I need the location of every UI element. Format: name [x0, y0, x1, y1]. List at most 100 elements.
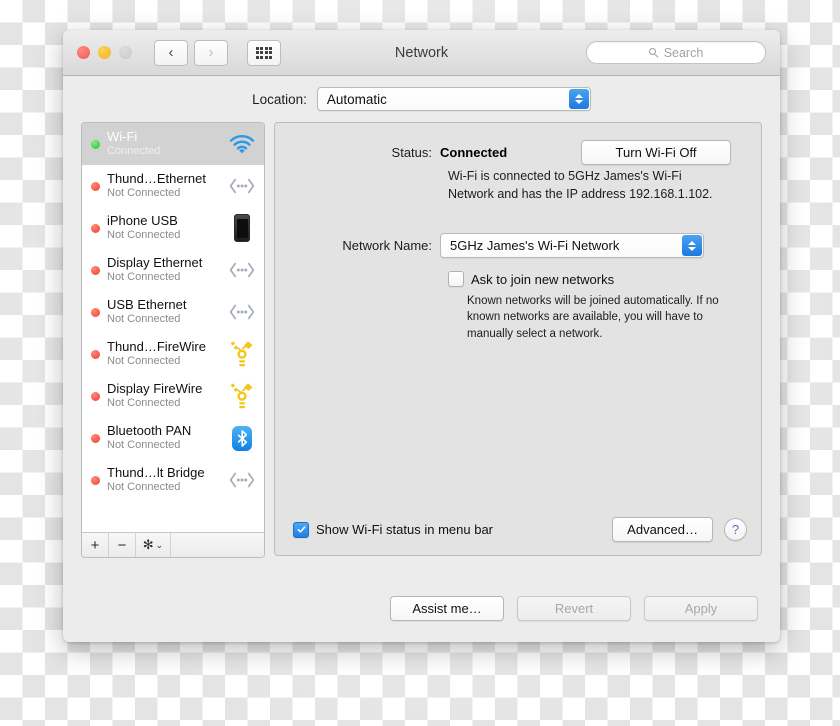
firewire-icon: [228, 340, 256, 368]
search-field[interactable]: Search: [586, 41, 766, 64]
service-text: Wi-Fi Connected: [107, 130, 228, 158]
service-name: USB Ethernet: [107, 298, 187, 313]
status-dot-not-connected: [91, 181, 100, 191]
service-actions-menu-button[interactable]: ✻ ⌄: [136, 533, 171, 557]
iphone-icon: [228, 214, 256, 242]
service-row[interactable]: USB Ethernet Not Connected: [82, 291, 264, 333]
ask-to-join-hint: Known networks will be joined automatica…: [467, 295, 719, 340]
status-dot-not-connected: [91, 223, 100, 233]
bluetooth-icon: [232, 425, 252, 451]
status-value: Connected: [440, 145, 508, 160]
traffic-lights: [77, 46, 132, 59]
service-state: Not Connected: [107, 397, 181, 410]
service-row[interactable]: Thund…Ethernet Not Connected: [82, 165, 264, 207]
remove-service-button[interactable]: −: [109, 533, 136, 557]
service-row[interactable]: Thund…FireWire Not Connected: [82, 333, 264, 375]
gear-icon: ✻: [142, 537, 154, 552]
show-wifi-status-checkbox[interactable]: [293, 521, 309, 538]
service-text: Thund…FireWire Not Connected: [107, 340, 228, 368]
wifi-detail-panel: Status: Connected Turn Wi-Fi Off Wi-Fi i…: [274, 122, 762, 556]
plus-icon: +: [90, 536, 100, 554]
panel-footer-actions: Advanced… ?: [612, 517, 747, 542]
service-text: Display Ethernet Not Connected: [107, 256, 228, 284]
service-name: iPhone USB: [107, 214, 178, 229]
location-row: Location: Automatic: [63, 76, 780, 122]
close-window-button[interactable]: [77, 46, 90, 59]
status-dot-connected: [91, 139, 100, 149]
service-text: Thund…lt Bridge Not Connected: [107, 466, 228, 494]
service-name: Display FireWire: [107, 382, 203, 397]
window-footer: Assist me… Revert Apply: [63, 584, 780, 642]
service-text: iPhone USB Not Connected: [107, 214, 228, 242]
service-row[interactable]: Display FireWire Not Connected: [82, 375, 264, 417]
status-label: Status:: [391, 145, 432, 160]
checkmark-icon: [296, 526, 306, 533]
service-text: Bluetooth PAN Not Connected: [107, 424, 228, 452]
service-row[interactable]: iPhone USB Not Connected: [82, 207, 264, 249]
show-wifi-status-label: Show Wi-Fi status in menu bar: [316, 522, 494, 537]
status-dot-not-connected: [91, 307, 100, 317]
ethernet-icon: [228, 262, 256, 278]
service-text: USB Ethernet Not Connected: [107, 298, 228, 326]
firewire-icon: [228, 382, 256, 410]
chevron-updown-icon: [568, 89, 589, 109]
chevron-down-icon: ⌄: [155, 539, 164, 550]
service-name: Bluetooth PAN: [107, 424, 192, 439]
service-name: Wi-Fi: [107, 130, 138, 145]
toolbar-nav-group: ‹ ›: [154, 39, 281, 66]
ask-to-join-checkbox[interactable]: [448, 271, 464, 287]
service-state: Not Connected: [107, 229, 181, 242]
network-name-value: 5GHz James's Wi-Fi Network: [450, 238, 620, 253]
iphone-icon: [234, 214, 250, 242]
services-toolbar: + − ✻ ⌄: [82, 532, 264, 557]
back-button[interactable]: ‹: [154, 39, 188, 66]
advanced-button[interactable]: Advanced…: [612, 517, 713, 542]
forward-button: ›: [194, 39, 228, 66]
assist-me-button[interactable]: Assist me…: [390, 595, 504, 621]
service-state: Not Connected: [107, 439, 181, 452]
network-preferences-window: ‹ › Network Search Location: Automatic W…: [63, 30, 780, 642]
service-text: Display FireWire Not Connected: [107, 382, 228, 410]
search-icon: [648, 47, 659, 58]
help-button[interactable]: ?: [724, 518, 747, 541]
location-select[interactable]: Automatic: [316, 87, 591, 111]
turn-wifi-off-button[interactable]: Turn Wi-Fi Off: [581, 140, 731, 165]
add-service-button[interactable]: +: [82, 533, 109, 557]
network-services-list[interactable]: Wi-Fi Connected Thund…Ethernet Not Connecte…: [82, 123, 264, 532]
panel-footer: Show Wi-Fi status in menu bar Advanced… …: [275, 517, 761, 542]
status-row: Status: Connected Turn Wi-Fi Off: [275, 140, 761, 165]
wifi-icon: [228, 134, 256, 154]
ask-to-join-row[interactable]: Ask to join new networks: [448, 271, 614, 287]
location-label: Location:: [252, 91, 307, 107]
show-all-preferences-button[interactable]: [247, 39, 281, 66]
service-row[interactable]: Thund…lt Bridge Not Connected: [82, 459, 264, 501]
service-row[interactable]: Wi-Fi Connected: [82, 123, 264, 165]
service-state: Not Connected: [107, 481, 181, 494]
minimize-window-button[interactable]: [98, 46, 111, 59]
status-dot-not-connected: [91, 475, 100, 485]
status-description: Wi-Fi is connected to 5GHz James's Wi-Fi…: [448, 169, 713, 201]
ethernet-icon: [228, 178, 256, 194]
revert-button: Revert: [517, 595, 631, 621]
chevron-left-icon: ‹: [168, 44, 174, 61]
minus-icon: −: [117, 536, 127, 554]
location-selected-value: Automatic: [326, 91, 387, 107]
service-row[interactable]: Bluetooth PAN Not Connected: [82, 417, 264, 459]
window-content: Wi-Fi Connected Thund…Ethernet Not Connecte…: [63, 122, 780, 584]
show-status-row[interactable]: Show Wi-Fi status in menu bar: [293, 521, 494, 538]
network-name-row: Network Name: 5GHz James's Wi-Fi Network: [275, 233, 761, 258]
service-name: Thund…FireWire: [107, 340, 206, 355]
zoom-window-button: [119, 46, 132, 59]
service-text: Thund…Ethernet Not Connected: [107, 172, 228, 200]
network-name-select[interactable]: 5GHz James's Wi-Fi Network: [440, 233, 704, 258]
network-services-sidebar: Wi-Fi Connected Thund…Ethernet Not Connecte…: [81, 122, 265, 558]
service-state: Not Connected: [107, 187, 181, 200]
service-name: Thund…Ethernet: [107, 172, 207, 187]
bluetooth-icon: [228, 425, 256, 451]
service-state: Not Connected: [107, 271, 181, 284]
service-name: Display Ethernet: [107, 256, 203, 271]
service-row[interactable]: Display Ethernet Not Connected: [82, 249, 264, 291]
grid-icon: [255, 46, 273, 59]
ethernet-icon: [228, 304, 256, 320]
